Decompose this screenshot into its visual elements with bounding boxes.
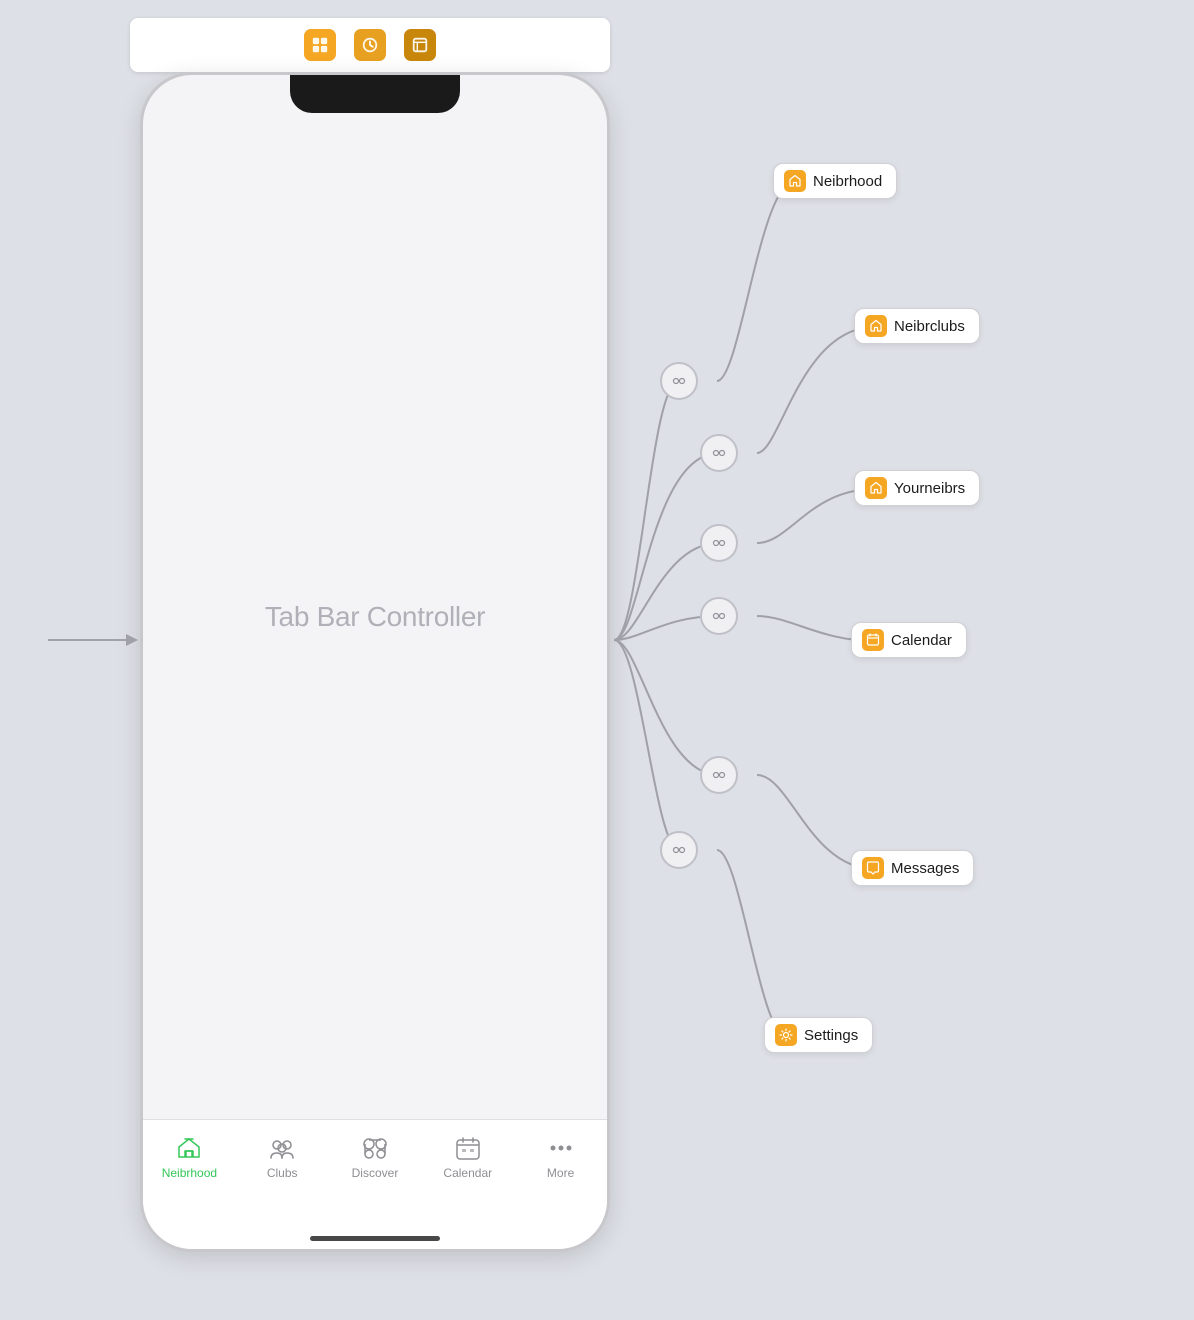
- scene-node-5[interactable]: [700, 756, 738, 794]
- tab-item-calendar[interactable]: Calendar: [428, 1134, 508, 1180]
- scene-node-6[interactable]: [660, 831, 698, 869]
- tab-label-neibrhood: Neibrhood: [162, 1166, 217, 1180]
- clubs-icon: [266, 1134, 298, 1162]
- dest-calendar[interactable]: Calendar: [851, 622, 967, 658]
- tab-item-more[interactable]: More: [521, 1134, 601, 1180]
- dest-neibrhood-icon: [784, 170, 806, 192]
- tab-item-neibrhood[interactable]: Neibrhood: [149, 1134, 229, 1180]
- tab-label-clubs: Clubs: [267, 1166, 298, 1180]
- dest-neibrhood-label: Neibrhood: [813, 173, 882, 190]
- dest-calendar-icon: [862, 629, 884, 651]
- phone-title: Tab Bar Controller: [265, 601, 485, 633]
- tab-label-calendar: Calendar: [443, 1166, 492, 1180]
- dest-messages-icon: [862, 857, 884, 879]
- dest-messages[interactable]: Messages: [851, 850, 974, 886]
- dest-neibrclubs-icon: [865, 315, 887, 337]
- tab-label-more: More: [547, 1166, 574, 1180]
- neibrhood-icon: [173, 1134, 205, 1162]
- phone-frame: Tab Bar Controller Neibrhood: [140, 72, 610, 1252]
- dest-yourneibrs[interactable]: Yourneibrs: [854, 470, 980, 506]
- tab-item-clubs[interactable]: Clubs: [242, 1134, 322, 1180]
- scene-node-3[interactable]: [700, 524, 738, 562]
- dest-yourneibrs-label: Yourneibrs: [894, 480, 965, 497]
- tab-bar: Neibrhood Clubs: [143, 1119, 607, 1249]
- entry-arrow: [48, 620, 148, 660]
- calendar-icon: [452, 1134, 484, 1162]
- home-indicator: [310, 1236, 440, 1241]
- dest-neibrhood[interactable]: Neibrhood: [773, 163, 897, 199]
- scene-node-4[interactable]: [700, 597, 738, 635]
- scene-node-2[interactable]: [700, 434, 738, 472]
- phone-content-area: Tab Bar Controller: [143, 125, 607, 1109]
- tab-item-discover[interactable]: Discover: [335, 1134, 415, 1180]
- discover-icon: [359, 1134, 391, 1162]
- toolbar-icon-2[interactable]: [354, 29, 386, 61]
- tab-label-discover: Discover: [352, 1166, 399, 1180]
- dest-settings-icon: [775, 1024, 797, 1046]
- dest-calendar-label: Calendar: [891, 632, 952, 649]
- dest-messages-label: Messages: [891, 860, 959, 877]
- scene-node-1[interactable]: [660, 362, 698, 400]
- dest-neibrclubs-label: Neibrclubs: [894, 318, 965, 335]
- dest-settings[interactable]: Settings: [764, 1017, 873, 1053]
- phone-notch: [290, 75, 460, 113]
- dest-settings-label: Settings: [804, 1027, 858, 1044]
- toolbar-icon-1[interactable]: [304, 29, 336, 61]
- more-icon: [545, 1134, 577, 1162]
- dest-yourneibrs-icon: [865, 477, 887, 499]
- toolbar-icon-3[interactable]: [404, 29, 436, 61]
- toolbar: [130, 18, 610, 72]
- dest-neibrclubs[interactable]: Neibrclubs: [854, 308, 980, 344]
